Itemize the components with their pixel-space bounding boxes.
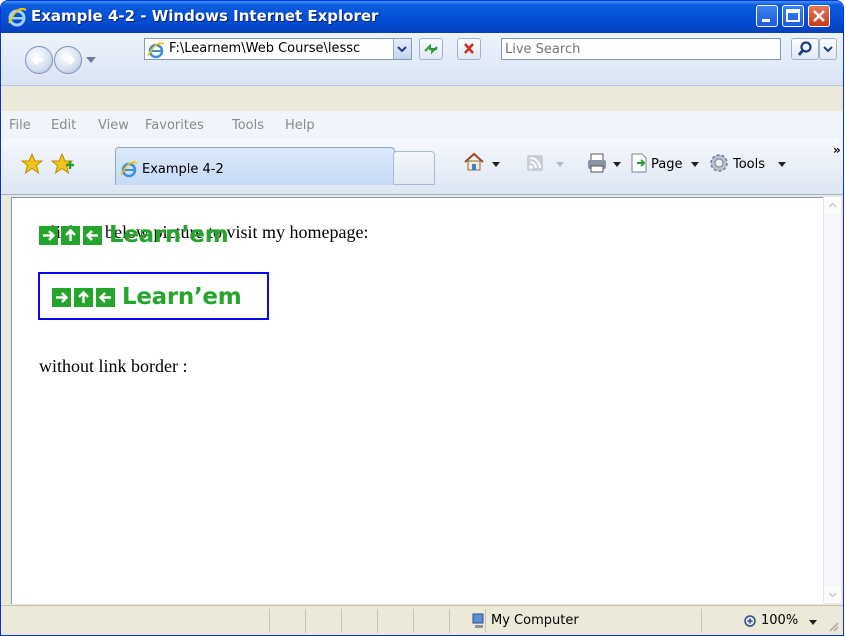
search-button[interactable]: [791, 38, 819, 60]
menu-view[interactable]: View: [98, 118, 129, 133]
chevron-down-icon: [828, 592, 837, 598]
zone-cell: [485, 609, 702, 633]
back-arrow-icon: [31, 54, 43, 66]
status-cell: [305, 609, 342, 633]
stop-button[interactable]: [457, 38, 481, 60]
more-commands-chevron[interactable]: »: [833, 143, 841, 157]
tab-example-4-2[interactable]: Example 4-2: [115, 147, 395, 185]
tab-label: Example 4-2: [142, 162, 224, 177]
right-arrow-icon: [52, 287, 71, 307]
tab-bar: Example 4-2 Page Tools »: [1, 139, 843, 195]
left-arrow-icon: [83, 225, 102, 245]
internet-explorer-icon: [8, 7, 27, 27]
home-dropdown-icon[interactable]: [492, 162, 500, 167]
close-button[interactable]: [808, 5, 830, 27]
print-icon[interactable]: [586, 152, 608, 174]
menu-help[interactable]: Help: [285, 118, 315, 133]
forward-button[interactable]: [54, 46, 82, 74]
feeds-dropdown-icon[interactable]: [556, 162, 564, 167]
scroll-up-button[interactable]: [824, 197, 841, 214]
logo-wordmark: Learn’em: [109, 222, 229, 248]
new-tab-button[interactable]: [393, 151, 435, 185]
menu-tools[interactable]: Tools: [232, 118, 264, 133]
print-dropdown-icon[interactable]: [613, 162, 621, 167]
page-dropdown-icon[interactable]: [691, 162, 699, 167]
tools-menu-label[interactable]: Tools: [733, 157, 765, 172]
scroll-down-button[interactable]: [824, 586, 841, 603]
zoom-level[interactable]: 100%: [761, 613, 798, 628]
maximize-button[interactable]: [782, 5, 804, 27]
chevron-up-icon: [828, 202, 837, 208]
logo-wordmark: Learn’em: [122, 284, 242, 310]
refresh-button[interactable]: [419, 38, 443, 60]
status-cell: [341, 609, 378, 633]
page-icon[interactable]: [629, 152, 649, 174]
recent-pages-dropdown-icon[interactable]: [86, 57, 96, 63]
homepage-logo-link[interactable]: Learn’em: [38, 272, 269, 320]
window-title: Example 4-2 - Windows Internet Explorer: [31, 7, 379, 25]
page-content: Click on below picture to visit my homep…: [11, 197, 824, 604]
menu-favorites[interactable]: Favorites: [145, 118, 204, 133]
tools-dropdown-icon[interactable]: [778, 162, 786, 167]
minimize-icon: [762, 19, 770, 22]
minimize-button[interactable]: [756, 5, 778, 27]
page-menu-label[interactable]: Page: [651, 157, 682, 172]
search-input[interactable]: [505, 40, 775, 58]
left-arrow-icon: [96, 287, 115, 307]
page-ie-icon: [147, 42, 165, 59]
zoom-icon[interactable]: [743, 614, 759, 630]
vertical-scrollbar[interactable]: [823, 197, 841, 603]
resize-grip-icon[interactable]: [827, 620, 839, 632]
learnem-logo: Learn’em: [52, 284, 242, 310]
address-field[interactable]: F:\Learnem\Web Course\lessc: [144, 38, 412, 60]
back-button[interactable]: [25, 46, 53, 74]
status-cell: [269, 609, 306, 633]
status-cell: [413, 609, 450, 633]
up-arrow-icon: [61, 225, 80, 245]
browser-window: Example 4-2 - Windows Internet Explorer …: [0, 0, 844, 636]
chevron-down-icon: [823, 46, 833, 53]
address-dropdown-button[interactable]: [393, 39, 411, 59]
title-bar: Example 4-2 - Windows Internet Explorer: [1, 1, 843, 33]
menu-file[interactable]: File: [9, 118, 31, 133]
status-text-cell: [1, 609, 270, 633]
search-icon: [797, 41, 812, 56]
home-icon[interactable]: [463, 151, 485, 173]
search-box[interactable]: [501, 38, 781, 60]
refresh-icon: [424, 43, 438, 55]
close-icon: [813, 10, 825, 22]
menu-bar: File Edit View Favorites Tools Help: [1, 111, 843, 140]
search-options-button[interactable]: [819, 38, 837, 60]
without-border-text: without link border :: [39, 356, 188, 376]
page-ie-icon: [120, 161, 138, 178]
stop-icon: [464, 43, 474, 54]
maximize-icon: [786, 9, 800, 22]
add-favorites-icon[interactable]: [51, 153, 75, 175]
forward-arrow-icon: [64, 54, 76, 66]
up-arrow-icon: [74, 287, 93, 307]
status-bar: My Computer 100%: [1, 605, 843, 635]
favorites-star-icon[interactable]: [21, 153, 43, 175]
homepage-logo-link-no-border[interactable]: Learn’em: [39, 222, 229, 248]
feeds-icon[interactable]: [526, 154, 544, 172]
address-url: F:\Learnem\Web Course\lessc: [169, 41, 361, 56]
tools-gear-icon[interactable]: [708, 152, 730, 174]
right-arrow-icon: [39, 225, 58, 245]
zoom-dropdown-icon[interactable]: [809, 620, 817, 625]
chevron-down-icon: [397, 46, 407, 53]
status-cell: [377, 609, 414, 633]
menu-edit[interactable]: Edit: [51, 118, 76, 133]
